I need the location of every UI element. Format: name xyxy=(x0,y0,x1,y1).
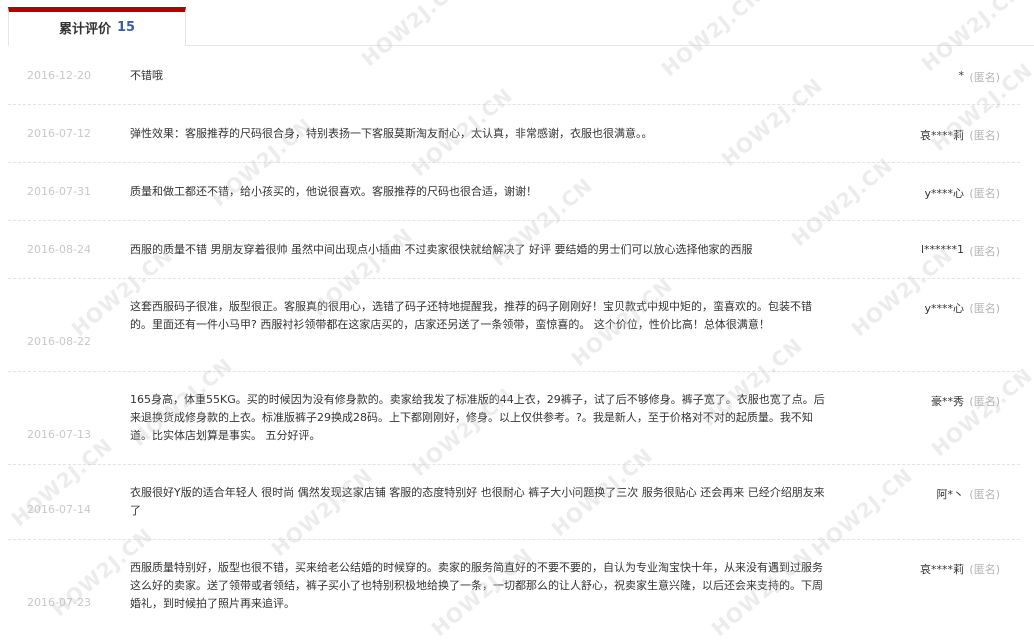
tab-cumulative-reviews[interactable]: 累计评价 15 xyxy=(8,7,186,46)
reviewer-name: * xyxy=(958,69,965,82)
review-date: 2016-07-14 xyxy=(27,503,91,516)
anonymous-label: (匿名) xyxy=(969,563,1000,576)
reviewer-name: 哀****莉 xyxy=(920,563,964,576)
anonymous-label: (匿名) xyxy=(969,245,1000,258)
review-row: 2016-07-23 西服质量特别好，版型也很不错，买来给老公结婚的时候穿的。卖… xyxy=(8,540,1020,633)
anonymous-label: (匿名) xyxy=(969,488,1000,501)
review-list: 2016-12-20 不错哦 * (匿名) 2016-07-12 弹性效果：客服… xyxy=(8,47,1020,633)
review-date: 2016-07-13 xyxy=(27,428,91,441)
review-content: 西服的质量不错 男朋友穿着很帅 虽然中间出现点小插曲 不过卖家很快就给解决了 好… xyxy=(130,243,753,256)
tab-label: 累计评价 xyxy=(58,22,111,37)
review-content: 165身高，体重55KG。买的时候因为没有修身款的。卖家给我发了标准版的44上衣… xyxy=(130,393,825,442)
reviewer-name: y****心 xyxy=(924,302,964,315)
review-content: 弹性效果：客服推荐的尺码很合身，特别表扬一下客服莫斯淘友耐心，太认真，非常感谢，… xyxy=(130,127,653,140)
review-date: 2016-08-22 xyxy=(27,335,91,348)
review-date: 2016-12-20 xyxy=(27,69,91,82)
review-date: 2016-07-31 xyxy=(27,185,91,198)
review-row: 2016-08-22 这套西服码子很准，版型很正。客服真的很用心，选错了码子还特… xyxy=(8,279,1020,372)
reviewer-name: l******1 xyxy=(920,243,964,256)
review-content: 衣服很好Y版的适合年轻人 很时尚 偶然发现这家店铺 客服的态度特别好 也很耐心 … xyxy=(130,486,825,517)
reviewer-name: 哀****莉 xyxy=(920,129,964,142)
review-count: 15 xyxy=(116,20,136,35)
review-row: 2016-07-12 弹性效果：客服推荐的尺码很合身，特别表扬一下客服莫斯淘友耐… xyxy=(8,105,1020,163)
review-row: 2016-08-24 西服的质量不错 男朋友穿着很帅 虽然中间出现点小插曲 不过… xyxy=(8,221,1020,279)
reviewer-name: 阿*丶 xyxy=(936,488,965,501)
anonymous-label: (匿名) xyxy=(969,187,1000,200)
review-tabbar: 累计评价 15 xyxy=(0,0,1034,46)
review-content: 这套西服码子很准，版型很正。客服真的很用心，选错了码子还特地提醒我，推荐的码子刚… xyxy=(130,300,812,331)
reviewer-name: y****心 xyxy=(924,187,964,200)
review-content: 不错哦 xyxy=(130,69,163,82)
anonymous-label: (匿名) xyxy=(969,71,1000,84)
reviewer-name: 豪**秀 xyxy=(931,395,964,408)
anonymous-label: (匿名) xyxy=(969,302,1000,315)
review-row: 2016-07-13 165身高，体重55KG。买的时候因为没有修身款的。卖家给… xyxy=(8,372,1020,465)
review-date: 2016-07-12 xyxy=(27,127,91,140)
anonymous-label: (匿名) xyxy=(969,395,1000,408)
review-content: 西服质量特别好，版型也很不错，买来给老公结婚的时候穿的。卖家的服务简直好的不要不… xyxy=(130,561,823,610)
review-row: 2016-07-31 质量和做工都还不错，给小孩买的，他说很喜欢。客服推荐的尺码… xyxy=(8,163,1020,221)
review-row: 2016-07-14 衣服很好Y版的适合年轻人 很时尚 偶然发现这家店铺 客服的… xyxy=(8,465,1020,540)
tab-divider xyxy=(186,45,1034,46)
review-row: 2016-12-20 不错哦 * (匿名) xyxy=(8,47,1020,105)
review-date: 2016-08-24 xyxy=(27,243,91,256)
review-date: 2016-07-23 xyxy=(27,596,91,609)
review-content: 质量和做工都还不错，给小孩买的，他说很喜欢。客服推荐的尺码也很合适，谢谢！ xyxy=(130,185,537,198)
anonymous-label: (匿名) xyxy=(969,129,1000,142)
